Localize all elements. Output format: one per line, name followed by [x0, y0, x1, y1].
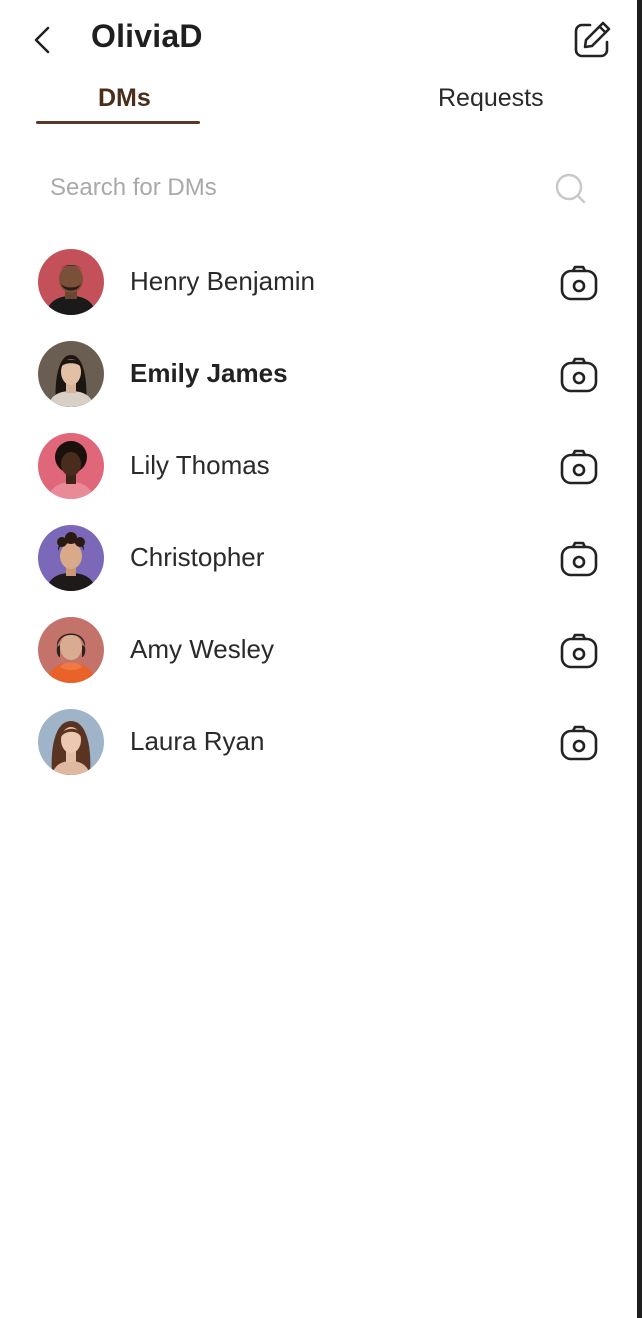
- camera-button[interactable]: [558, 631, 600, 671]
- search-button[interactable]: [552, 170, 590, 208]
- contact-name: Laura Ryan: [130, 726, 265, 756]
- dm-list: Henry Benjamin Emily James Lily Thomas C…: [0, 236, 637, 788]
- camera-button[interactable]: [558, 447, 600, 487]
- camera-icon: [560, 449, 598, 485]
- contact-name: Amy Wesley: [130, 634, 274, 664]
- page-title: OliviaD: [91, 18, 203, 54]
- search-input[interactable]: [50, 168, 530, 208]
- dm-row-christopher[interactable]: Christopher: [0, 512, 637, 604]
- tab-requests[interactable]: Requests: [438, 84, 544, 113]
- contact-name: Emily James: [130, 358, 288, 388]
- dm-row-amy-wesley[interactable]: Amy Wesley: [0, 604, 637, 696]
- search-bar: [36, 160, 606, 216]
- avatar: [38, 341, 104, 407]
- dm-row-henry-benjamin[interactable]: Henry Benjamin: [0, 236, 637, 328]
- camera-icon: [560, 725, 598, 761]
- tab-dms[interactable]: DMs: [98, 84, 151, 113]
- dm-row-emily-james[interactable]: Emily James: [0, 328, 637, 420]
- header: OliviaD: [0, 0, 637, 80]
- back-button[interactable]: [26, 20, 62, 60]
- dm-row-lily-thomas[interactable]: Lily Thomas: [0, 420, 637, 512]
- search-icon: [555, 173, 586, 204]
- avatar: [38, 433, 104, 499]
- window-edge: [637, 0, 642, 1318]
- chevron-left-icon: [34, 26, 50, 54]
- contact-name: Henry Benjamin: [130, 266, 315, 296]
- active-tab-indicator: [36, 121, 200, 124]
- dm-row-laura-ryan[interactable]: Laura Ryan: [0, 696, 637, 788]
- edit-square-icon: [574, 21, 611, 58]
- avatar: [38, 249, 104, 315]
- compose-button[interactable]: [570, 18, 614, 62]
- camera-button[interactable]: [558, 539, 600, 579]
- contact-name: Christopher: [130, 542, 265, 572]
- camera-icon: [560, 357, 598, 393]
- camera-button[interactable]: [558, 263, 600, 303]
- camera-button[interactable]: [558, 355, 600, 395]
- camera-button[interactable]: [558, 723, 600, 763]
- avatar: [38, 617, 104, 683]
- contact-name: Lily Thomas: [130, 450, 270, 480]
- avatar: [38, 525, 104, 591]
- camera-icon: [560, 541, 598, 577]
- camera-icon: [560, 633, 598, 669]
- camera-icon: [560, 265, 598, 301]
- avatar: [38, 709, 104, 775]
